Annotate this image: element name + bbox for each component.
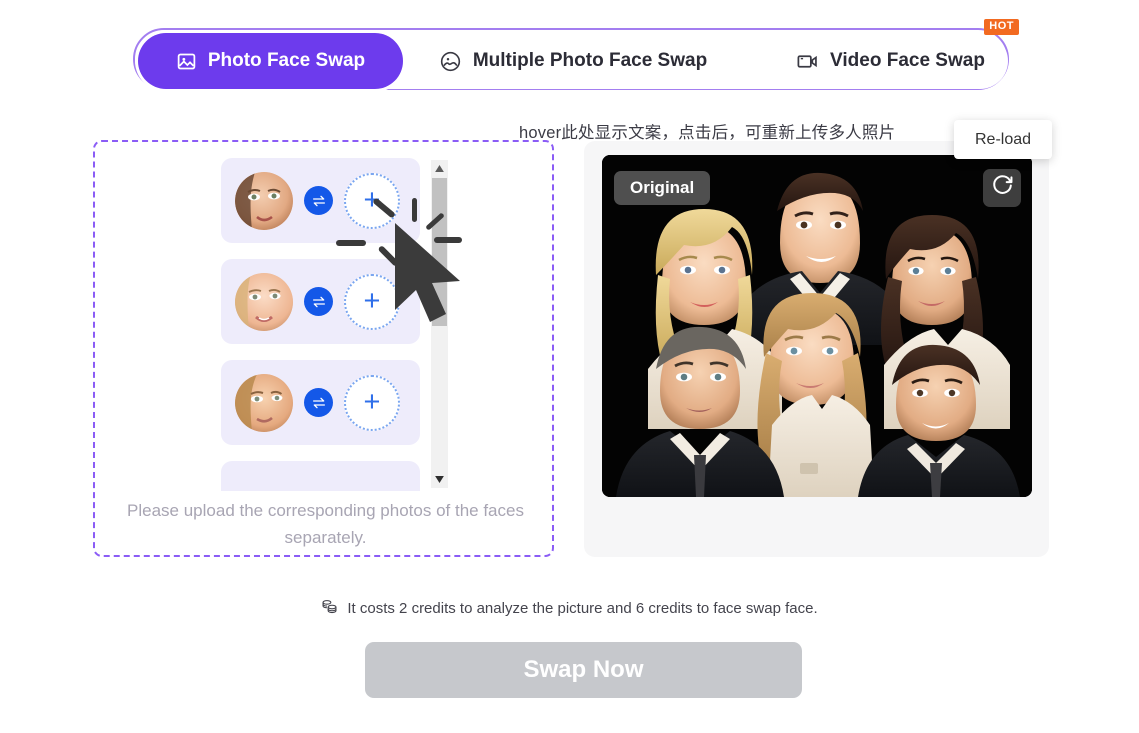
- tab-multiple-photo-face-swap[interactable]: Multiple Photo Face Swap: [440, 33, 707, 89]
- scroll-up-arrow-icon[interactable]: [431, 160, 448, 177]
- tab-photo-face-swap-label: Photo Face Swap: [207, 50, 366, 71]
- mode-tabbar-inner: Photo Face Swap Multiple Photo Face Swap: [138, 19, 1019, 89]
- swap-direction-button[interactable]: [304, 388, 333, 417]
- swap-direction-button[interactable]: [304, 287, 333, 316]
- faces-scrollbar-thumb[interactable]: [432, 178, 447, 326]
- add-face-button[interactable]: +: [344, 273, 400, 330]
- app-root: Photo Face Swap Multiple Photo Face Swap: [0, 0, 1139, 733]
- group-photo-image: [602, 155, 1032, 497]
- reload-button[interactable]: [983, 169, 1021, 207]
- upload-hint-text: Please upload the corresponding photos o…: [127, 501, 524, 547]
- face-row: +: [221, 158, 420, 243]
- coins-icon: [321, 598, 338, 619]
- reload-icon: [990, 173, 1015, 203]
- original-badge: Original: [614, 171, 711, 205]
- faces-scrollbar[interactable]: [431, 160, 448, 488]
- face-thumbnail[interactable]: [235, 373, 293, 432]
- reload-tooltip: Re-load: [954, 120, 1052, 159]
- credits-text: It costs 2 credits to analyze the pictur…: [347, 600, 818, 617]
- image-icon: [176, 51, 197, 72]
- hover-annotation-text: hover此处显示文案，点击后，可重新上传多人照片: [519, 124, 896, 142]
- add-face-plus-label: +: [363, 285, 381, 317]
- add-face-button[interactable]: +: [344, 172, 400, 229]
- video-camera-icon: [796, 50, 819, 73]
- tab-multiple-photo-face-swap-label: Multiple Photo Face Swap: [472, 50, 708, 71]
- face-row: [221, 461, 420, 491]
- tab-photo-face-swap[interactable]: Photo Face Swap: [138, 33, 403, 89]
- scroll-down-arrow-icon[interactable]: [431, 471, 448, 488]
- circle-image-icon: [439, 50, 462, 73]
- tab-video-face-swap-label: Video Face Swap: [830, 50, 985, 71]
- add-face-plus-label: +: [363, 184, 381, 216]
- reload-tooltip-label: Re-load: [974, 130, 1032, 148]
- face-row: +: [221, 259, 420, 344]
- add-face-plus-label: +: [363, 386, 381, 418]
- credits-notice: It costs 2 credits to analyze the pictur…: [0, 598, 1139, 619]
- mode-tabbar: Photo Face Swap Multiple Photo Face Swap: [133, 19, 1019, 90]
- face-row: +: [221, 360, 420, 445]
- tab-video-face-swap[interactable]: Video Face Swap HOT: [778, 19, 1019, 89]
- preview-panel: Original: [584, 141, 1049, 557]
- face-thumbnail[interactable]: [235, 171, 293, 230]
- add-face-button[interactable]: +: [344, 374, 400, 431]
- swap-now-button[interactable]: Swap Now: [365, 642, 802, 698]
- hot-badge: HOT: [984, 19, 1019, 35]
- faces-upload-panel: + + + Please upload the corresponding ph…: [93, 140, 554, 557]
- swap-direction-button[interactable]: [304, 186, 333, 215]
- face-thumbnail[interactable]: [235, 272, 293, 331]
- faces-list: + + +: [221, 158, 443, 491]
- original-photo[interactable]: Original: [602, 155, 1032, 497]
